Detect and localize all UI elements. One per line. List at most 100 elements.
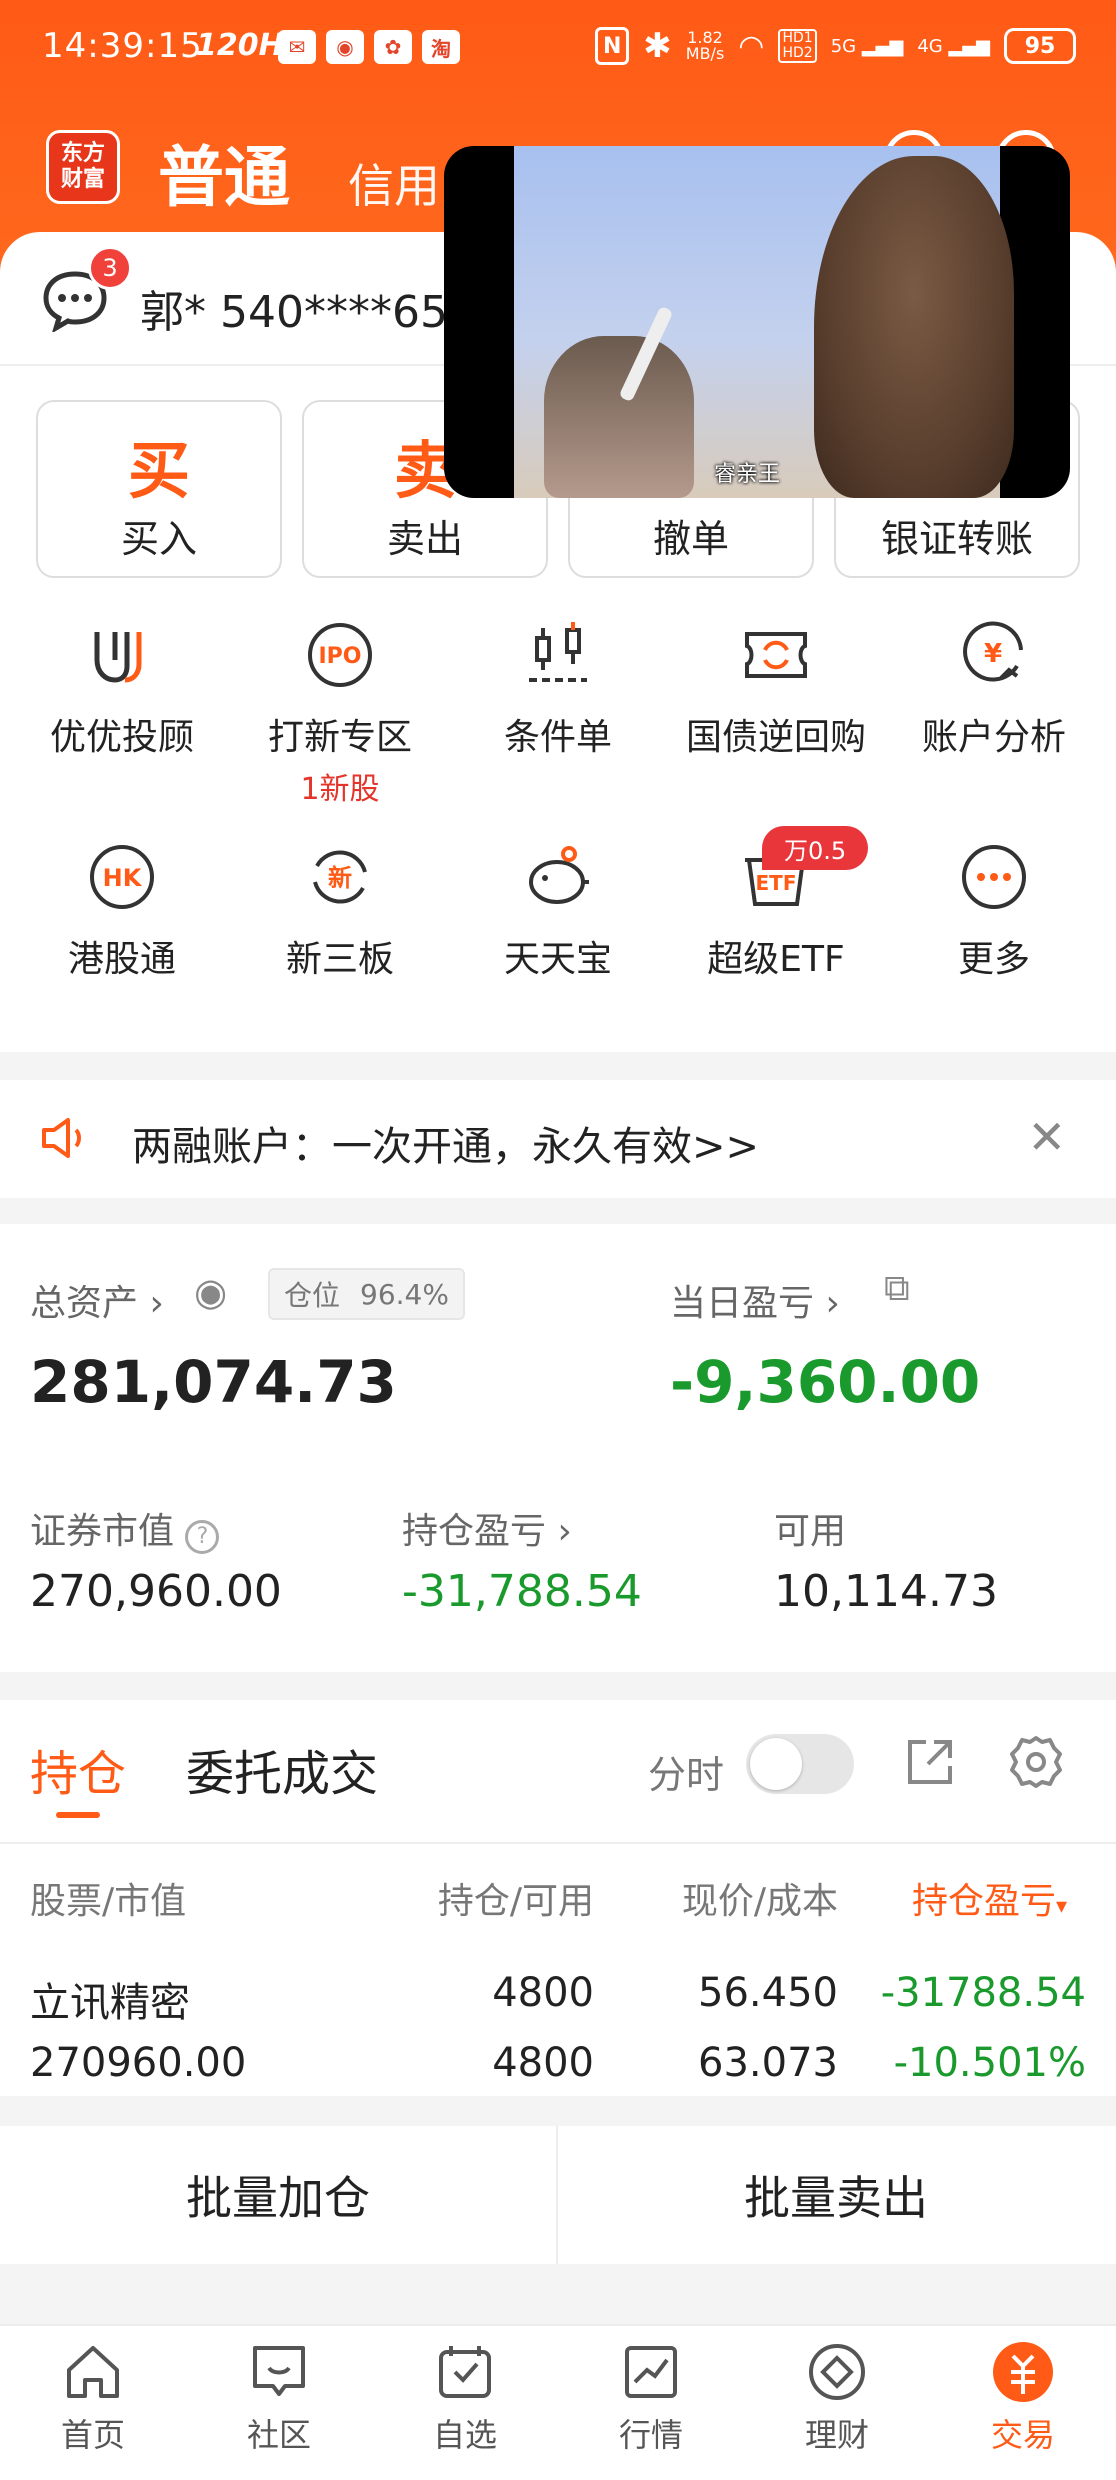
sort-arrow-icon: ▾ [1056, 1894, 1068, 1919]
holdings-header: 股票/市值 持仓/可用 现价/成本 持仓盈亏▾ [0, 1842, 1116, 1944]
video-horse [814, 156, 1014, 498]
svg-text:IPO: IPO [318, 644, 361, 669]
status-right: N ✱ 1.82 MB/s ◠ HD1 HD2 5G ▂▄▆ 4G ▂▄▆ 95 [595, 26, 1076, 66]
margin-notice[interactable]: 两融账户：一次开通，永久有效>> ✕ [0, 1080, 1116, 1198]
market-value: 270,960.00 [30, 1566, 282, 1617]
holding-pnl-label[interactable]: 持仓盈亏 › [402, 1502, 572, 1554]
floating-video-player[interactable]: 睿亲王 [444, 146, 1070, 498]
available-value: 10,114.73 [774, 1566, 998, 1617]
nav-home[interactable]: 首页 [0, 2340, 186, 2456]
account-name[interactable]: 郭* 540****65 [140, 276, 448, 340]
batch-sell-button[interactable]: 批量卖出 [558, 2126, 1114, 2264]
net-speed: 1.82 MB/s [685, 28, 725, 63]
buy-button[interactable]: 买 买入 [36, 400, 282, 578]
position-label: 仓位 [284, 1279, 341, 1312]
tab-positions[interactable]: 持仓 [30, 1734, 126, 1804]
share-icon[interactable]: ⧉ [884, 1268, 910, 1310]
toggle-knob [750, 1738, 802, 1790]
tab-normal[interactable]: 普通 [158, 124, 290, 220]
daily-pnl-label[interactable]: 当日盈亏 › [670, 1274, 840, 1326]
col-price: 现价/成本 [681, 1881, 838, 1922]
nav-community[interactable]: 社区 [186, 2340, 372, 2456]
total-assets-label[interactable]: 总资产 › [30, 1274, 164, 1326]
baidu-icon: ✿ [374, 30, 412, 64]
feature-account-analysis[interactable]: ¥ 账户分析 [884, 620, 1104, 760]
new-stock-count: 1新股 [300, 772, 380, 807]
daily-pnl-value: -9,360.00 [670, 1348, 981, 1416]
asset-summary: 总资产 › ◉ 仓位 96.4% 281,074.73 当日盈亏 › ⧉ -9,… [0, 1224, 1116, 1672]
table-row[interactable]: 立讯精密 270960.00 4800 4800 56.450 63.073 -… [0, 1944, 1116, 2096]
piggy-bank-icon [529, 846, 589, 904]
signal-5g: 5G ▂▄▆ [830, 35, 904, 57]
feature-label: 条件单 [503, 717, 612, 758]
nav-watchlist[interactable]: 自选 [372, 2340, 558, 2456]
feature-neeq[interactable]: 新 新三板 [230, 842, 450, 982]
video-subtitle: 睿亲王 [714, 462, 781, 487]
intraday-label: 分时 [648, 1753, 725, 1797]
notification-icons: ✉ ◉ ✿ 淘 [278, 30, 460, 64]
col-stock: 股票/市值 [30, 1881, 187, 1922]
weibo-icon: ◉ [326, 30, 364, 64]
svg-text:ETF: ETF [756, 871, 797, 895]
bluetooth-icon: ✱ [643, 26, 672, 66]
nav-label: 交易 [990, 2416, 1055, 2454]
feature-hk-connect[interactable]: HK 港股通 [12, 842, 232, 982]
feature-label: 超级ETF [707, 939, 845, 980]
status-bar: 14:39:15 120Hz ✉ ◉ ✿ 淘 N ✱ 1.82 MB/s ◠ HD… [0, 0, 1116, 100]
feature-label: 天天宝 [503, 939, 612, 980]
export-icon[interactable] [904, 1736, 956, 1788]
nav-label: 自选 [432, 2416, 497, 2454]
svg-text:¥: ¥ [984, 639, 1002, 669]
close-icon[interactable]: ✕ [1027, 1110, 1066, 1164]
feature-label: 优优投顾 [49, 717, 194, 758]
settings-icon[interactable] [1008, 1734, 1064, 1790]
svg-text:新: 新 [328, 864, 352, 892]
buy-label: 买入 [120, 517, 197, 561]
account-analysis-icon: ¥ [963, 621, 1023, 682]
position-value: 96.4% [360, 1277, 449, 1311]
help-icon[interactable]: ? [185, 1520, 220, 1554]
nav-trade[interactable]: 交易 [930, 2340, 1116, 2456]
taobao-icon: 淘 [422, 30, 460, 64]
holdings-panel: 持仓 委托成交 分时 股票/市值 持仓/可用 现价/成本 持仓盈亏▾ 立讯精密 … [0, 1700, 1116, 2096]
bottom-nav: 首页 社区 自选 行情 理财 交易 [0, 2324, 1116, 2480]
market-icon [625, 2346, 677, 2398]
nav-wealth[interactable]: 理财 [744, 2340, 930, 2456]
nav-market[interactable]: 行情 [558, 2340, 744, 2456]
stock-price: 56.450 [698, 1970, 838, 2016]
hd-indicator: HD1 HD2 [778, 29, 817, 63]
feature-reverse-repo[interactable]: 国债逆回购 [666, 620, 886, 760]
cancel-order-label: 撤单 [652, 517, 729, 561]
feature-ipo[interactable]: IPO 打新专区 1新股 [230, 620, 450, 808]
neeq-icon: 新 [313, 850, 367, 904]
feature-tiantianbao[interactable]: 天天宝 [448, 842, 668, 982]
ipo-icon: IPO [308, 623, 372, 687]
speaker-icon [42, 1118, 81, 1158]
nav-label: 理财 [804, 2416, 869, 2454]
advisor-icon [94, 632, 142, 683]
feature-conditional-order[interactable]: 条件单 [448, 620, 668, 760]
wifi-icon: ◠ [738, 28, 765, 64]
tab-orders[interactable]: 委托成交 [186, 1734, 378, 1804]
available-label: 可用 [774, 1511, 847, 1552]
stock-cost: 63.073 [698, 2040, 838, 2086]
eye-icon[interactable]: ◉ [194, 1270, 227, 1314]
feature-label: 港股通 [67, 939, 176, 980]
feature-advisor[interactable]: 优优投顾 [12, 620, 232, 760]
message-badge: 3 [88, 246, 132, 290]
feature-more[interactable]: 更多 [884, 842, 1104, 982]
nfc-icon: N [595, 27, 630, 65]
app-notification-icon: ✉ [278, 30, 316, 64]
batch-add-button[interactable]: 批量加仓 [0, 2126, 556, 2264]
position-ratio-chip: 仓位 96.4% [268, 1268, 465, 1320]
more-icon [962, 845, 1026, 909]
hk-icon: HK [90, 845, 154, 909]
conditional-order-icon [529, 622, 587, 682]
tab-credit[interactable]: 信用 [348, 150, 440, 216]
col-pnl-sort[interactable]: 持仓盈亏▾ [912, 1872, 1067, 1924]
intraday-toggle[interactable] [746, 1734, 854, 1794]
signal-4g: 4G ▂▄▆ [917, 35, 990, 57]
etf-fee-badge: 万0.5 [762, 826, 869, 870]
bank-transfer-label: 银证转账 [880, 517, 1033, 561]
home-icon [67, 2346, 119, 2398]
